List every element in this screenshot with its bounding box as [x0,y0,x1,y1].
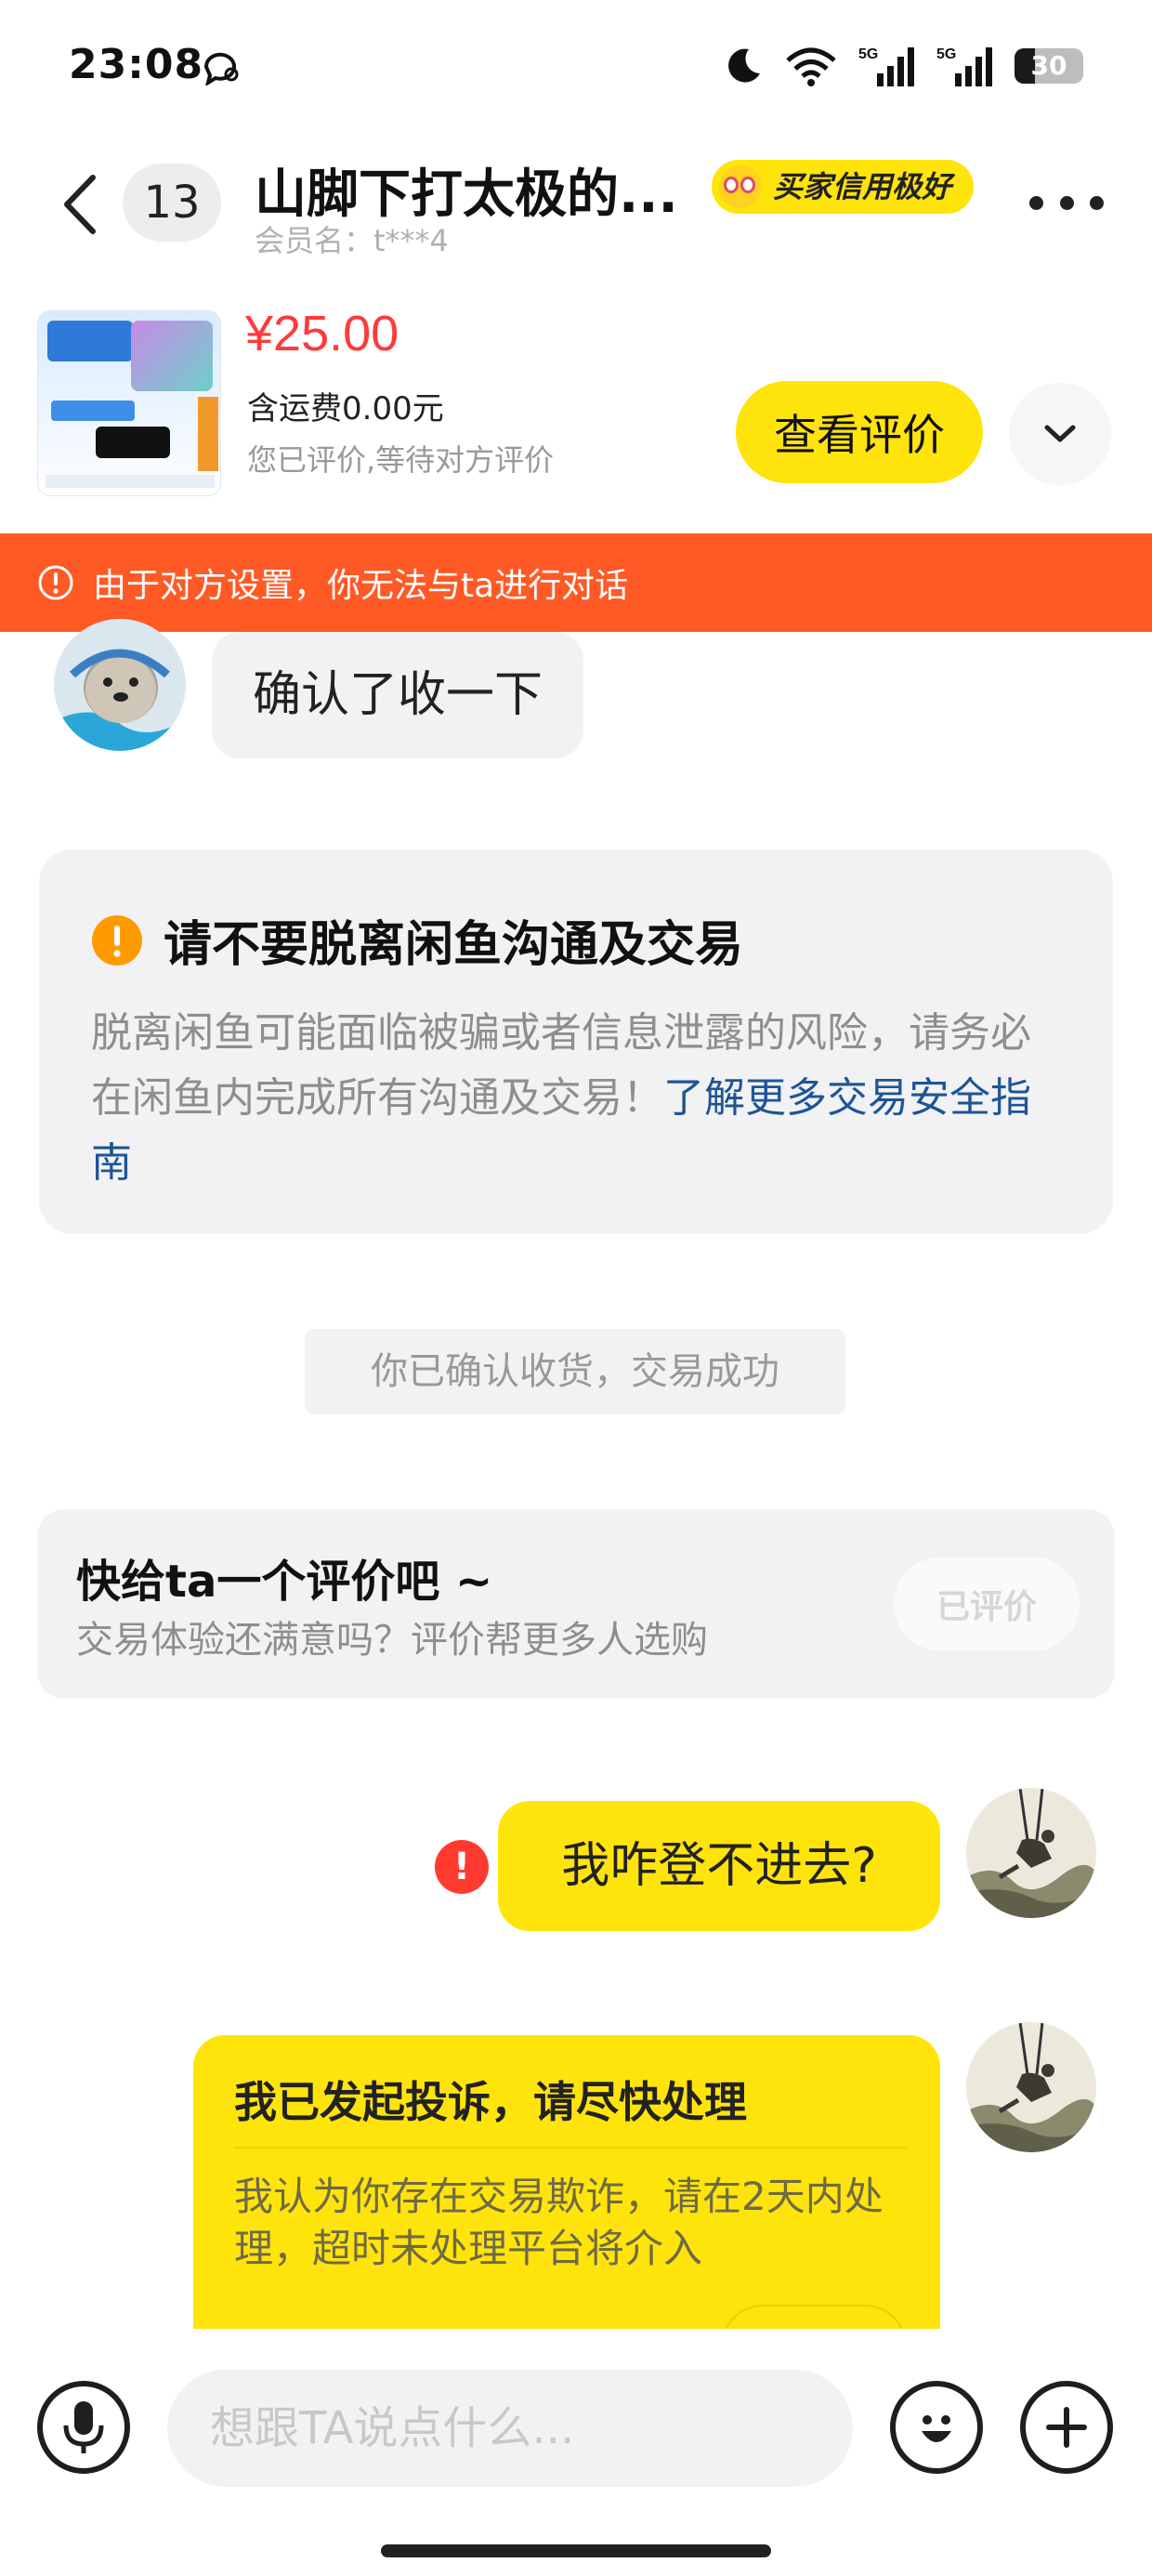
contact-name[interactable]: 山脚下打太极的... [255,152,678,228]
chevron-down-icon [1044,425,1076,442]
status-icons: 5G 5G 30 [723,41,1083,91]
shipping-info: 含运费0.00元 [247,390,444,427]
user-avatar[interactable] [966,2022,1096,2152]
complaint-title: 我已发起投诉，请尽快处理 [234,2077,747,2127]
wifi-icon [786,47,836,86]
home-indicator[interactable] [381,2544,771,2557]
rate-prompt-card: 快给ta一个评价吧 ~ 交易体验还满意吗？评价帮更多人选购 已评价 [37,1509,1115,1699]
signal-icon: 5G [858,46,914,86]
rated-button[interactable]: 已评价 [894,1557,1080,1650]
add-button[interactable] [1020,2381,1113,2474]
chat-header: 13 山脚下打太极的... 会员名：t***4 买家信用极好 [0,139,1152,269]
voice-button[interactable] [37,2381,130,2474]
credit-badge[interactable]: 买家信用极好 [712,160,975,214]
contact-avatar[interactable] [54,619,186,751]
product-thumbnail[interactable] [37,310,221,496]
more-options-button[interactable] [1029,184,1104,221]
banner-text: 由于对方设置，你无法与ta进行对话 [93,567,629,605]
swing-photo-avatar-icon [966,2022,1096,2152]
battery-icon: 30 [1015,48,1083,84]
signal-icon: 5G [936,46,992,86]
status-bar: 23:08 5G 5G 30 [0,0,1152,130]
alert-circle-icon [38,565,73,600]
more-dots-icon [1059,195,1074,210]
rate-title: 快给ta一个评价吧 ~ [76,1556,493,1608]
outgoing-message[interactable]: 我咋登不进去? [498,1801,940,1931]
review-status: 您已评价,等待对方评价 [247,442,555,478]
credit-badge-label: 买家信用极好 [773,169,952,204]
safety-tip-card: 请不要脱离闲鱼沟通及交易 脱离闲鱼可能面临被骗或者信息泄露的风险，请务必在闲鱼内… [39,849,1113,1234]
plus-icon [1046,2407,1087,2448]
error-icon[interactable]: ! [435,1840,489,1894]
input-bar [0,2329,1152,2576]
system-notice: 你已确认收货，交易成功 [305,1329,845,1414]
product-card[interactable]: ¥25.00 含运费0.00元 您已评价,等待对方评价 查看评价 [0,297,1152,530]
complaint-action-button[interactable] [721,2305,907,2329]
member-name: 会员名：t***4 [255,223,449,258]
restriction-banner: 由于对方设置，你无法与ta进行对话 [0,533,1152,632]
wechat-bubble-icon [203,52,239,85]
complaint-card[interactable]: 我已发起投诉，请尽快处理 我认为你存在交易欺诈，请在2天内处理，超时未处理平台将… [193,2035,940,2329]
status-time: 23:08 [69,41,204,88]
incoming-message[interactable]: 确认了收一下 [212,632,584,758]
expand-button[interactable] [1009,383,1111,485]
seal-avatar-icon [54,619,186,751]
swing-photo-avatar-icon [966,1788,1096,1918]
moon-icon [728,48,760,83]
safety-title: 请不要脱离闲鱼沟通及交易 [164,917,744,973]
product-price: ¥25.00 [245,306,399,361]
more-dots-icon [1029,195,1043,210]
user-avatar[interactable] [966,1788,1096,1918]
message-input[interactable] [167,2370,853,2487]
back-arrow-icon [64,175,96,234]
network-label: 5G [936,46,956,62]
emoji-button[interactable] [890,2381,983,2474]
network-label: 5G [858,46,878,62]
warning-icon [92,914,142,966]
emoji-icon [922,2415,951,2442]
complaint-body: 我认为你存在交易欺诈，请在2天内处理，超时未处理平台将介入 [234,2174,884,2271]
more-dots-icon [1090,195,1104,210]
eyes-emoji-icon [719,165,762,208]
battery-level: 30 [1030,50,1067,81]
back-button[interactable] [52,167,108,242]
complaint-divider [234,2147,907,2149]
view-review-button[interactable]: 查看评价 [736,381,983,483]
rate-subtitle: 交易体验还满意吗？评价帮更多人选购 [76,1619,708,1662]
unread-count-badge[interactable]: 13 [123,164,221,242]
safety-body: 脱离闲鱼可能面临被骗或者信息泄露的风险，请务必在闲鱼内完成所有沟通及交易！了解更… [91,1001,1057,1196]
microphone-icon [63,2401,104,2453]
